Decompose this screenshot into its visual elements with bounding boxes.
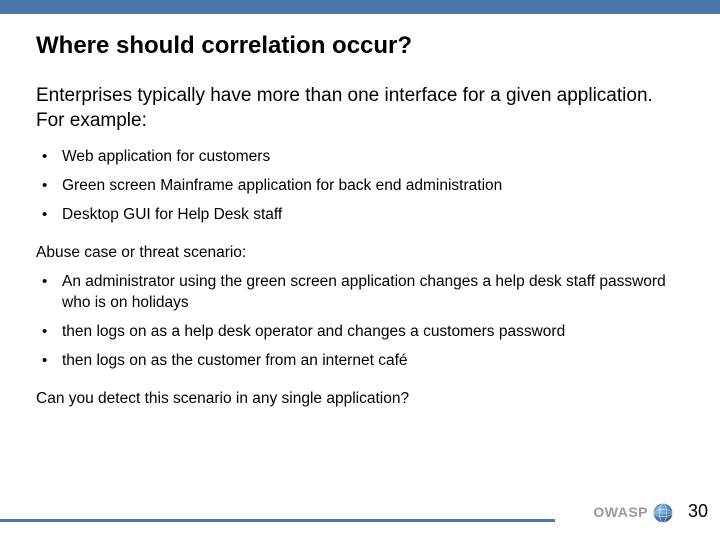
list-item: Web application for customers (36, 147, 684, 168)
list-item: Green screen Mainframe application for b… (36, 176, 684, 197)
scenario-heading: Abuse case or threat scenario: (36, 244, 684, 262)
list-item: then logs on as a help desk operator and… (36, 322, 684, 343)
org-label: OWASP (593, 504, 648, 520)
list-item: then logs on as the customer from an int… (36, 351, 684, 372)
slide-title: Where should correlation occur? (36, 32, 684, 60)
slide-footer: OWASP 30 (0, 519, 720, 522)
page-number: 30 (688, 501, 708, 522)
examples-list: Web application for customers Green scre… (36, 147, 684, 226)
footer-rule (0, 519, 555, 522)
list-item: An administrator using the green screen … (36, 272, 684, 314)
slide-content: Where should correlation occur? Enterpri… (0, 14, 720, 408)
list-item: Desktop GUI for Help Desk staff (36, 205, 684, 226)
intro-paragraph: Enterprises typically have more than one… (36, 84, 684, 133)
scenario-list: An administrator using the green screen … (36, 272, 684, 372)
globe-icon (652, 502, 674, 524)
top-bar (0, 0, 720, 14)
closing-question: Can you detect this scenario in any sing… (36, 390, 684, 408)
